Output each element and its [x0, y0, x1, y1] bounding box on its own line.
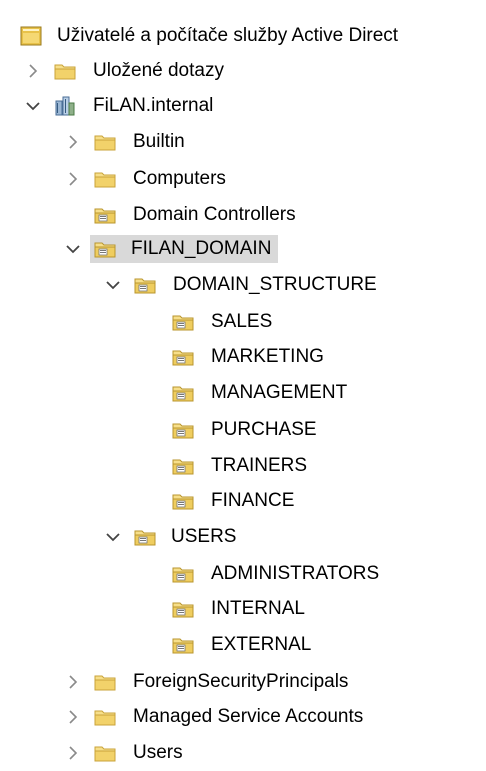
folder-icon	[94, 707, 116, 727]
tree-node-sales[interactable]: SALES	[172, 306, 275, 337]
chevron-right-icon[interactable]	[64, 744, 82, 762]
chevron-down-icon[interactable]	[24, 97, 42, 115]
tree-node-label: DOMAIN_STRUCTURE	[173, 273, 377, 295]
tree-node-domain-structure[interactable]: DOMAIN_STRUCTURE	[104, 269, 380, 300]
ad-console-icon	[20, 26, 42, 46]
folder-icon	[94, 132, 116, 152]
tree-node-computers[interactable]: Computers	[64, 163, 229, 194]
folder-icon	[94, 169, 116, 189]
chevron-right-icon[interactable]	[64, 673, 82, 691]
tree-node-marketing[interactable]: MARKETING	[172, 341, 327, 372]
chevron-right-icon[interactable]	[64, 170, 82, 188]
tree-node-label: Domain Controllers	[133, 203, 296, 225]
ad-tree-view[interactable]: Uživatelé a počítače služby Active Direc…	[0, 0, 486, 771]
tree-node-label: USERS	[171, 525, 237, 547]
chevron-down-icon[interactable]	[104, 276, 122, 294]
tree-node-label: SALES	[211, 310, 273, 332]
ou-icon	[134, 275, 156, 295]
ou-icon	[172, 456, 194, 476]
tree-node-trainers[interactable]: TRAINERS	[172, 450, 310, 481]
tree-node-label: Users	[133, 741, 183, 763]
domain-icon	[54, 96, 76, 116]
ou-icon	[172, 599, 194, 619]
tree-node-label: ADMINISTRATORS	[211, 562, 380, 584]
tree-node-managed-service-accounts[interactable]: Managed Service Accounts	[64, 701, 366, 732]
chevron-right-icon[interactable]	[64, 133, 82, 151]
selection-highlight: FILAN_DOMAIN	[90, 234, 279, 263]
ou-icon	[94, 239, 116, 259]
tree-node-label: Uživatelé a počítače služby Active Direc…	[57, 24, 399, 46]
tree-node-builtin[interactable]: Builtin	[64, 126, 188, 157]
ou-icon	[172, 420, 194, 440]
tree-node-label: Uložené dotazy	[93, 59, 224, 81]
tree-node-foreign-security-principals[interactable]: ForeignSecurityPrincipals	[64, 666, 351, 697]
tree-node-finance[interactable]: FINANCE	[172, 485, 297, 516]
tree-node-label: FiLAN.internal	[93, 94, 214, 116]
chevron-right-icon[interactable]	[24, 62, 42, 80]
tree-node-domain-controllers[interactable]: Domain Controllers	[94, 199, 299, 230]
tree-node-internal[interactable]: INTERNAL	[172, 593, 308, 624]
ou-icon	[172, 312, 194, 332]
ou-icon	[172, 383, 194, 403]
tree-node-label: Managed Service Accounts	[133, 705, 364, 727]
chevron-down-icon[interactable]	[104, 528, 122, 546]
ou-icon	[94, 205, 116, 225]
tree-node-domain[interactable]: FiLAN.internal	[24, 90, 216, 121]
tree-node-label: Builtin	[133, 130, 185, 152]
tree-node-external[interactable]: EXTERNAL	[172, 629, 314, 660]
tree-node-filan-domain[interactable]: FILAN_DOMAIN	[64, 233, 279, 264]
chevron-down-icon[interactable]	[64, 240, 82, 258]
tree-node-label: PURCHASE	[211, 418, 317, 440]
tree-node-label: FINANCE	[211, 489, 295, 511]
tree-node-users-ou[interactable]: USERS	[104, 521, 239, 552]
tree-node-label: INTERNAL	[211, 597, 305, 619]
tree-node-label: MARKETING	[211, 345, 324, 367]
ou-icon	[172, 491, 194, 511]
folder-icon	[54, 61, 76, 81]
ou-icon	[172, 564, 194, 584]
ou-icon	[134, 527, 156, 547]
folder-icon	[94, 743, 116, 763]
tree-node-users[interactable]: Users	[64, 737, 186, 768]
tree-node-administrators[interactable]: ADMINISTRATORS	[172, 558, 382, 589]
folder-icon	[94, 672, 116, 692]
tree-node-label: EXTERNAL	[211, 633, 312, 655]
tree-node-purchase[interactable]: PURCHASE	[172, 414, 320, 445]
ou-icon	[172, 635, 194, 655]
chevron-right-icon[interactable]	[64, 708, 82, 726]
tree-node-saved-queries[interactable]: Uložené dotazy	[24, 55, 227, 86]
tree-node-label: FILAN_DOMAIN	[131, 237, 272, 259]
tree-node-label: ForeignSecurityPrincipals	[133, 670, 349, 692]
tree-node-label: TRAINERS	[211, 454, 308, 476]
tree-node-management[interactable]: MANAGEMENT	[172, 377, 350, 408]
tree-node-label: Computers	[133, 167, 226, 189]
ou-icon	[172, 347, 194, 367]
tree-node-root[interactable]: Uživatelé a počítače služby Active Direc…	[20, 20, 401, 51]
tree-node-label: MANAGEMENT	[211, 381, 348, 403]
